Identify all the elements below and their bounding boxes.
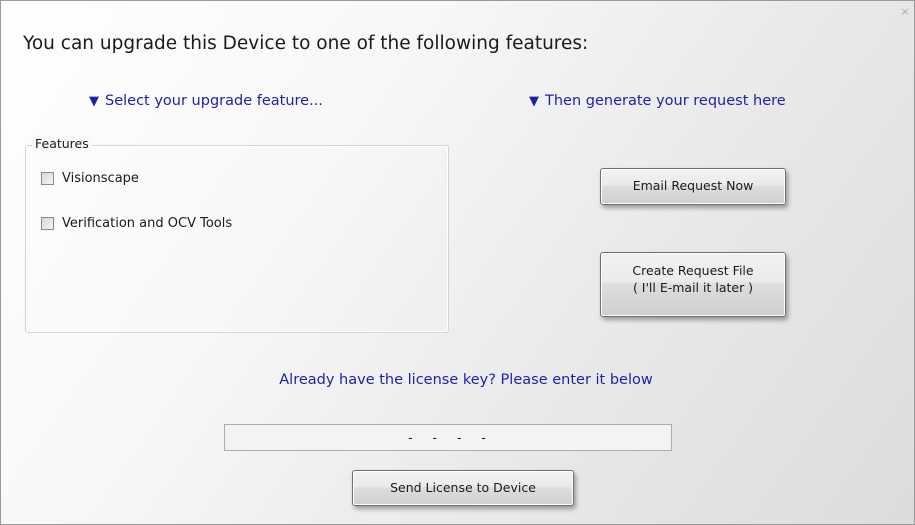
create-request-line2: ( I'll E-mail it later ) xyxy=(632,279,754,295)
verification-ocv-label: Verification and OCV Tools xyxy=(62,216,233,231)
email-request-button[interactable]: Email Request Now xyxy=(600,168,786,205)
close-icon[interactable]: × xyxy=(898,5,912,19)
send-license-button[interactable]: Send License to Device xyxy=(352,470,574,506)
select-feature-hint: ▼ Select your upgrade feature... xyxy=(89,93,323,109)
generate-request-hint-text: Then generate your request here xyxy=(545,93,786,109)
create-request-line1: Create Request File xyxy=(632,263,754,278)
visionscape-label: Visionscape xyxy=(62,171,139,186)
dialog-heading: You can upgrade this Device to one of th… xyxy=(23,33,589,54)
license-key-hint: Already have the license key? Please ent… xyxy=(1,372,914,388)
feature-verification-ocv[interactable]: Verification and OCV Tools xyxy=(41,216,232,231)
create-request-file-button[interactable]: Create Request File ( I'll E-mail it lat… xyxy=(600,252,786,317)
features-groupbox: Features Visionscape Verification and OC… xyxy=(25,136,449,333)
generate-request-hint: ▼ Then generate your request here xyxy=(529,93,786,109)
verification-ocv-checkbox[interactable] xyxy=(41,217,54,230)
visionscape-checkbox[interactable] xyxy=(41,172,54,185)
features-legend: Features xyxy=(32,136,92,151)
select-feature-hint-text: Select your upgrade feature... xyxy=(105,93,323,109)
feature-visionscape[interactable]: Visionscape xyxy=(41,171,139,186)
license-key-input[interactable]: - - - - xyxy=(224,424,672,451)
down-arrow-icon: ▼ xyxy=(529,94,539,109)
upgrade-dialog: × You can upgrade this Device to one of … xyxy=(0,0,915,525)
license-key-hint-text: Already have the license key? Please ent… xyxy=(279,372,653,388)
down-arrow-icon: ▼ xyxy=(89,94,99,109)
